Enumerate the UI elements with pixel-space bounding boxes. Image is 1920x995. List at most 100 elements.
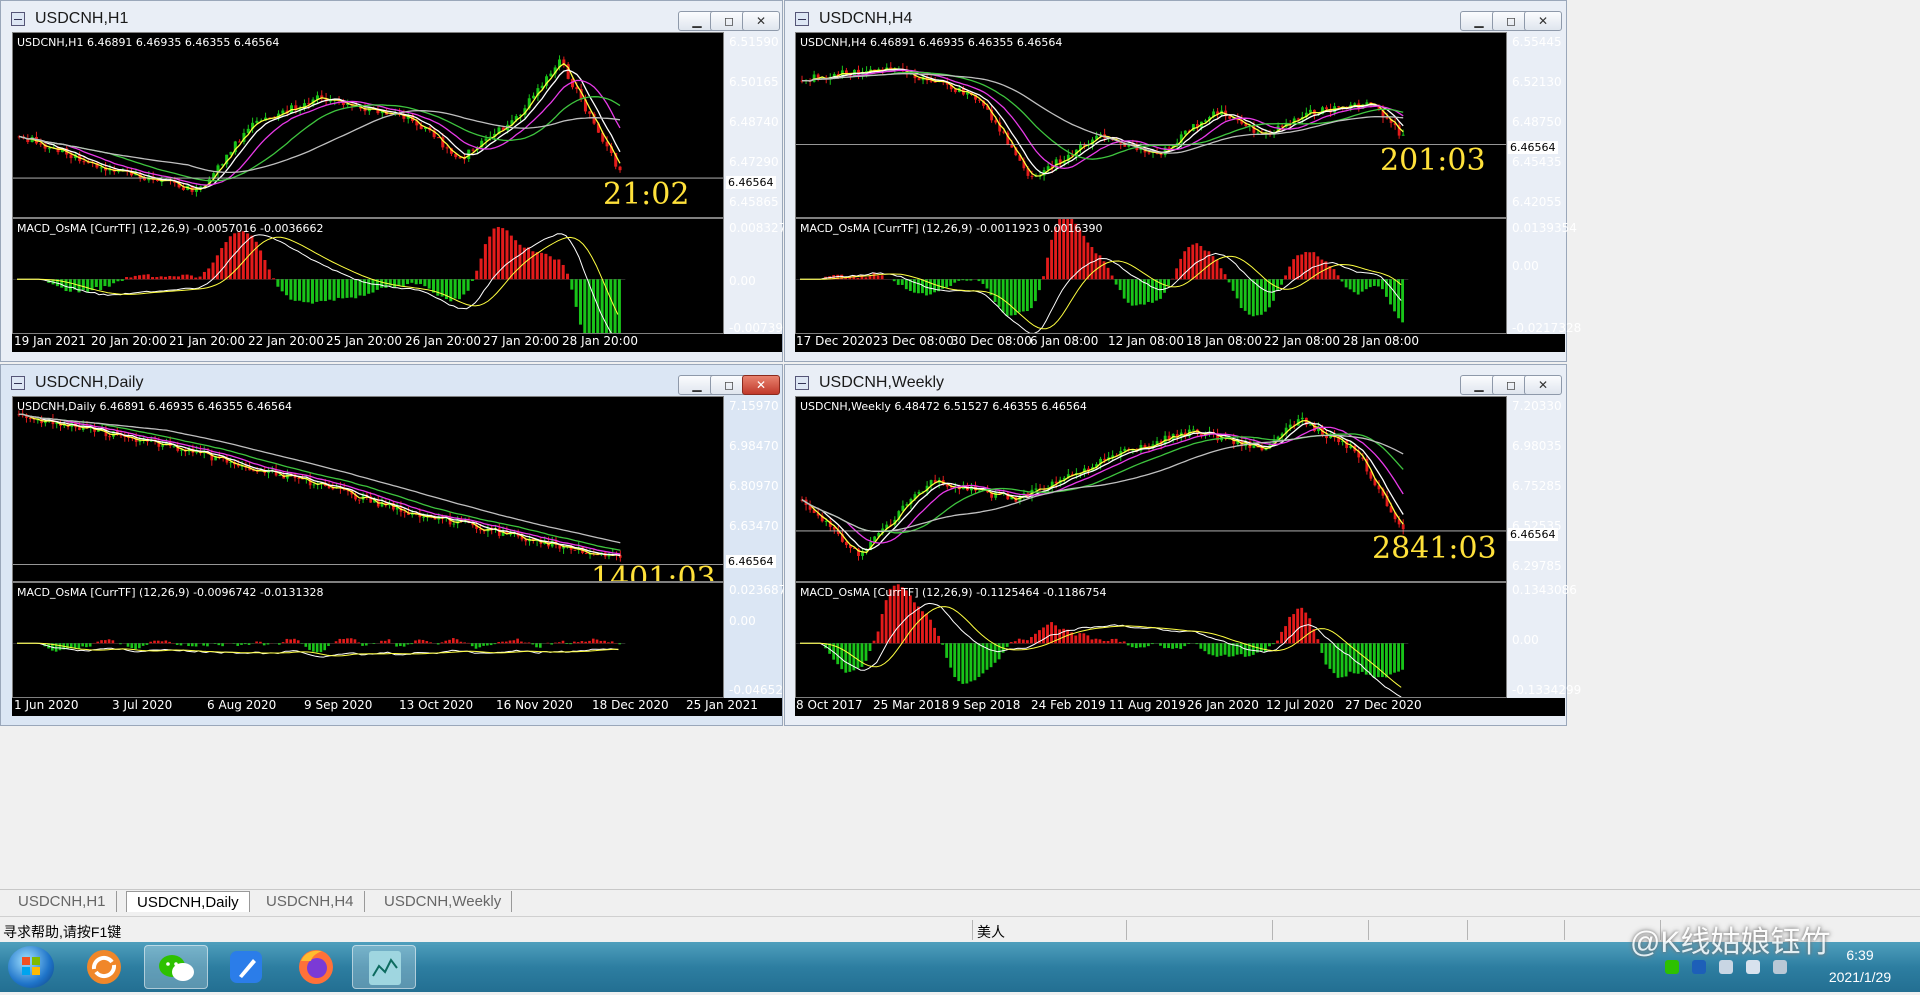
wechat-tray-icon[interactable] bbox=[1665, 960, 1679, 974]
taskbar-app[interactable] bbox=[352, 945, 416, 989]
tab-usdcnh-h1[interactable]: USDCNH,H1 bbox=[8, 891, 117, 912]
osma-bar bbox=[138, 275, 141, 279]
osma-bar bbox=[1284, 275, 1287, 279]
date-tick: 9 Sep 2020 bbox=[304, 698, 372, 712]
osma-bar bbox=[350, 279, 353, 297]
taskbar-app[interactable] bbox=[144, 945, 208, 989]
window-title: USDCNH,H1 bbox=[35, 10, 128, 28]
price-chart[interactable]: USDCNH,H1 6.46891 6.46935 6.46355 6.4656… bbox=[12, 32, 724, 218]
osma-bar bbox=[1292, 259, 1295, 279]
osma-bar bbox=[618, 279, 621, 334]
osma-bar bbox=[986, 643, 989, 669]
osma-bar bbox=[1329, 643, 1332, 669]
osma-bar bbox=[1111, 276, 1114, 280]
close-button[interactable]: ✕ bbox=[1524, 375, 1562, 395]
taskbar-app[interactable] bbox=[284, 945, 348, 989]
osma-bar bbox=[1203, 643, 1206, 651]
taskbar-app[interactable] bbox=[214, 945, 278, 989]
osma-bar bbox=[297, 640, 300, 643]
close-button[interactable]: ✕ bbox=[1524, 11, 1562, 31]
osma-bar bbox=[294, 279, 297, 301]
osma-bar bbox=[161, 641, 164, 643]
osma-bar bbox=[881, 614, 884, 643]
osma-bar bbox=[99, 279, 102, 290]
osma-bar bbox=[514, 240, 517, 279]
candle-body bbox=[1402, 524, 1405, 529]
osma-bar bbox=[1357, 279, 1360, 294]
osma-bar bbox=[82, 279, 85, 290]
candle-body bbox=[1148, 152, 1151, 153]
osma-bar bbox=[333, 279, 336, 300]
osma-bar bbox=[1228, 643, 1231, 656]
chart-window-h1[interactable]: USDCNH,H1 ▁ ◻ ✕ USDCNH,H1 6.46891 6.4693… bbox=[0, 0, 783, 362]
osma-bar bbox=[618, 643, 621, 644]
tab-usdcnh-h4[interactable]: USDCNH,H4 bbox=[256, 891, 365, 912]
shield-tray-icon[interactable] bbox=[1692, 960, 1706, 974]
osma-bar bbox=[1187, 247, 1190, 279]
macd-tick: 0.00 bbox=[729, 614, 756, 628]
candle-body bbox=[1035, 488, 1038, 489]
osma-bar bbox=[155, 277, 158, 279]
osma-bar bbox=[856, 278, 859, 279]
osma-bar bbox=[1345, 643, 1348, 676]
macd-chart[interactable]: MACD_OsMA [CurrTF] (12,26,9) -0.0011923 … bbox=[795, 218, 1507, 334]
osma-bar bbox=[482, 643, 485, 646]
tab-usdcnh-daily[interactable]: USDCNH,Daily bbox=[126, 891, 250, 912]
date-tick: 27 Dec 2020 bbox=[1345, 698, 1422, 712]
price-chart[interactable]: USDCNH,Weekly 6.48472 6.51527 6.46355 6.… bbox=[795, 396, 1507, 582]
price-chart[interactable]: USDCNH,H4 6.46891 6.46935 6.46355 6.4656… bbox=[795, 32, 1507, 218]
macd-chart[interactable]: MACD_OsMA [CurrTF] (12,26,9) -0.1125464 … bbox=[795, 582, 1507, 698]
osma-bar bbox=[125, 277, 128, 279]
candle-body bbox=[549, 74, 552, 77]
price-tick: 6.51590 bbox=[729, 35, 779, 49]
chart-window-weekly[interactable]: USDCNH,Weekly ▁ ◻ ✕ USDCNH,Weekly 6.4847… bbox=[784, 364, 1567, 726]
osma-bar bbox=[195, 643, 198, 646]
osma-bar bbox=[1042, 276, 1045, 279]
osma-bar bbox=[1264, 643, 1267, 652]
bar-countdown-timer: 2841:03 bbox=[1372, 531, 1497, 566]
osma-bar bbox=[127, 643, 130, 646]
candle-body bbox=[472, 150, 475, 151]
osma-bar bbox=[1288, 617, 1291, 643]
osma-bar bbox=[395, 643, 398, 646]
osma-bar bbox=[1026, 640, 1029, 643]
start-button[interactable] bbox=[8, 946, 54, 988]
osma-bar bbox=[1147, 643, 1150, 646]
chart-window-h4[interactable]: USDCNH,H4 ▁ ◻ ✕ USDCNH,H4 6.46891 6.4693… bbox=[784, 0, 1567, 362]
candle-body bbox=[918, 78, 921, 80]
close-button[interactable]: ✕ bbox=[742, 11, 780, 31]
candle-body bbox=[332, 488, 335, 489]
osma-bar bbox=[1002, 279, 1005, 312]
osma-bar bbox=[165, 640, 168, 643]
macd-chart[interactable]: MACD_OsMA [CurrTF] (12,26,9) -0.0096742 … bbox=[12, 582, 724, 698]
taskbar-clock-date[interactable]: 2021/1/29 bbox=[1815, 969, 1905, 985]
price-chart[interactable]: USDCNH,Daily 6.46891 6.46935 6.46355 6.4… bbox=[12, 396, 724, 582]
signal-tray-icon[interactable] bbox=[1773, 960, 1787, 974]
osma-bar bbox=[248, 643, 251, 645]
osma-bar bbox=[1349, 279, 1352, 289]
taskbar-app[interactable] bbox=[72, 945, 136, 989]
osma-bar bbox=[315, 279, 318, 302]
osma-bar bbox=[497, 642, 500, 643]
time-axis: 17 Dec 2020 23 Dec 08:00 30 Dec 08:00 6 … bbox=[795, 334, 1565, 352]
macd-chart[interactable]: MACD_OsMA [CurrTF] (12,26,9) -0.0057016 … bbox=[12, 218, 724, 334]
osma-bar bbox=[1365, 279, 1368, 289]
network-tray-icon[interactable] bbox=[1719, 960, 1733, 974]
osma-bar bbox=[108, 279, 111, 286]
osma-bar bbox=[965, 279, 968, 280]
osma-bar bbox=[516, 639, 519, 644]
price-tick: 6.45435 bbox=[1512, 155, 1562, 169]
osma-bar bbox=[524, 643, 527, 644]
osma-bar bbox=[142, 643, 145, 646]
osma-bar bbox=[1187, 643, 1190, 644]
osma-bar bbox=[312, 643, 315, 651]
volume-muted-icon[interactable] bbox=[1746, 960, 1760, 974]
tab-usdcnh-weekly[interactable]: USDCNH,Weekly bbox=[374, 891, 512, 912]
candle-body bbox=[453, 524, 456, 525]
osma-bar bbox=[441, 642, 444, 643]
osma-bar bbox=[460, 642, 463, 644]
close-button[interactable]: ✕ bbox=[742, 375, 780, 395]
chart-window-daily[interactable]: USDCNH,Daily ▁ ◻ ✕ USDCNH,Daily 6.46891 … bbox=[0, 364, 783, 726]
moving-average-line bbox=[19, 97, 620, 181]
osma-bar bbox=[286, 639, 289, 643]
